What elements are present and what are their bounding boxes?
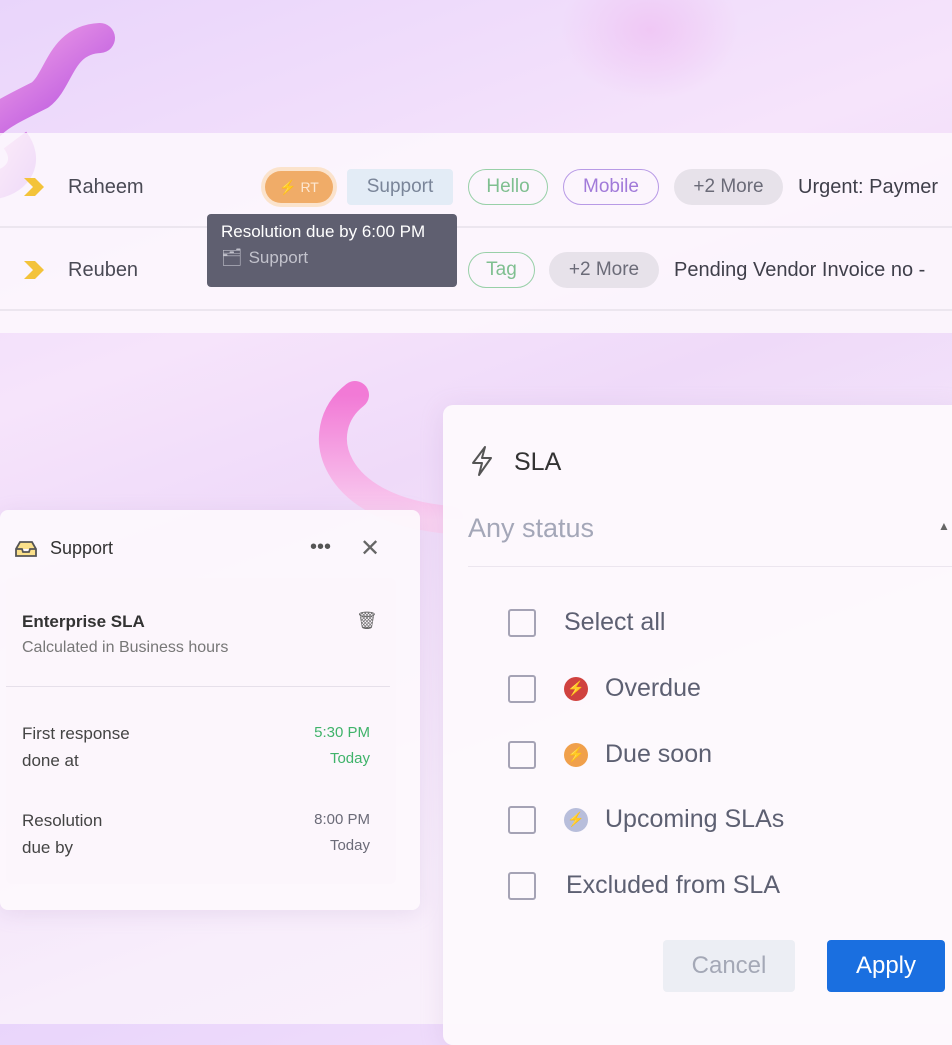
checkbox[interactable]	[508, 871, 536, 900]
sla-badge[interactable]: ⚡ RT	[265, 171, 333, 203]
lightning-icon	[472, 446, 492, 476]
checkbox[interactable]	[508, 608, 536, 637]
ticket-requester: Reuben	[68, 258, 139, 281]
upcoming-lightning-icon: ⚡	[564, 807, 588, 832]
policy-subtitle: Calculated in Business hours	[22, 639, 229, 656]
more-tags[interactable]: +2 More	[674, 169, 783, 205]
checkbox[interactable]	[508, 805, 536, 834]
first-response-time: 5:30 PM Today	[314, 724, 370, 767]
status-dropdown[interactable]: Any status ▲	[468, 513, 952, 567]
tag-mobile[interactable]: Mobile	[563, 169, 659, 205]
policy-name: Enterprise SLA	[22, 612, 145, 631]
ticket-subject[interactable]: Urgent: Paymer	[798, 176, 938, 199]
option-select-all[interactable]: Select all	[508, 608, 665, 637]
option-overdue[interactable]: ⚡ Overdue	[508, 674, 701, 703]
ticket-subject[interactable]: Pending Vendor Invoice no -	[674, 259, 925, 282]
ticket-requester: Raheem	[68, 175, 144, 198]
card-title: Support	[50, 538, 114, 558]
trash-icon[interactable]: 🗑	[356, 611, 378, 631]
option-due-soon[interactable]: ⚡ Due soon	[508, 740, 712, 769]
due-soon-lightning-icon: ⚡	[564, 742, 588, 767]
inbox-icon	[15, 540, 37, 557]
resolution-label: Resolution due by	[22, 811, 103, 857]
ticket-row[interactable]: Raheem ⚡ RT Support Hello Mobile +2 More…	[0, 148, 952, 228]
inbox-icon: 🗂	[221, 248, 243, 267]
resolution-time: 8:00 PM Today	[314, 811, 370, 854]
priority-chevron-icon	[24, 178, 44, 196]
sla-filter-panel: SLA Any status ▲ Select all ⚡ Overdue ⚡ Du…	[443, 405, 952, 1045]
apply-button[interactable]: Apply	[827, 940, 945, 992]
tag-tag[interactable]: Tag	[468, 252, 535, 288]
checkbox[interactable]	[508, 674, 536, 703]
more-tags[interactable]: +2 More	[549, 252, 659, 288]
ticket-list: Raheem ⚡ RT Support Hello Mobile +2 More…	[0, 133, 952, 333]
sla-badge-label: RT	[300, 179, 319, 195]
sla-details-card: Support ••• ✕ Enterprise SLA Calculated …	[0, 510, 420, 910]
sla-tooltip: Resolution due by 6:00 PM 🗂 Support	[207, 214, 457, 287]
checkbox[interactable]	[508, 740, 536, 769]
option-excluded[interactable]: Excluded from SLA	[508, 871, 780, 900]
overdue-lightning-icon: ⚡	[564, 676, 588, 701]
option-upcoming[interactable]: ⚡ Upcoming SLAs	[508, 805, 784, 834]
more-options-icon[interactable]: •••	[310, 536, 331, 559]
tag-hello[interactable]: Hello	[468, 169, 548, 205]
tooltip-title: Resolution due by 6:00 PM	[221, 222, 426, 241]
close-icon[interactable]: ✕	[360, 534, 380, 563]
ticket-row[interactable]: Reuben Tag +2 More Pending Vendor Invoic…	[0, 231, 952, 311]
status-placeholder: Any status	[468, 513, 595, 543]
tooltip-group: Support	[248, 248, 309, 267]
caret-up-icon[interactable]: ▲	[938, 519, 950, 533]
cancel-button[interactable]: Cancel	[663, 940, 795, 992]
tag-support[interactable]: Support	[347, 169, 453, 205]
first-response-label: First response done at	[22, 724, 130, 770]
priority-chevron-icon	[24, 261, 44, 279]
filter-title: SLA	[514, 448, 562, 476]
